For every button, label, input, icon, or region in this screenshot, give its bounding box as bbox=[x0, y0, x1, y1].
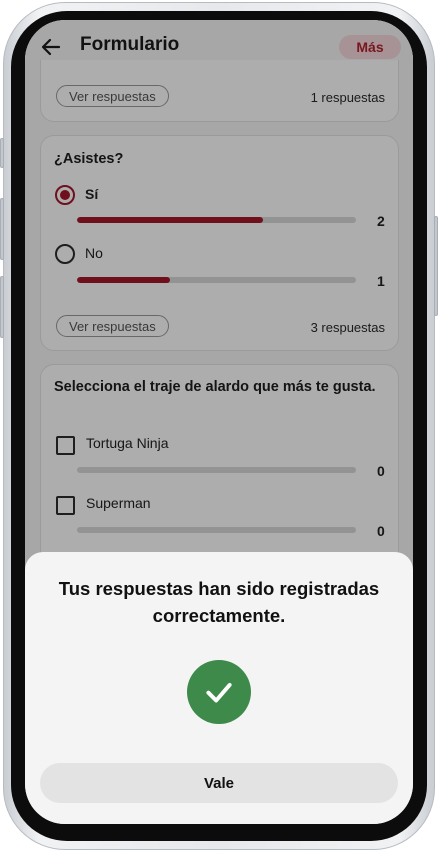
check-icon bbox=[206, 682, 232, 703]
confirm-button[interactable]: Vale bbox=[40, 763, 398, 803]
side-button-left-bottom bbox=[0, 276, 4, 338]
confirmation-message: Tus respuestas han sido registradas corr… bbox=[58, 578, 380, 626]
screen: Formulario Más Ver respuestas 1 respuest… bbox=[25, 20, 413, 824]
confirmation-sheet: Tus respuestas han sido registradas corr… bbox=[25, 552, 413, 824]
side-button-right bbox=[434, 216, 438, 316]
side-button-left-mid bbox=[0, 198, 4, 260]
side-button-left-top bbox=[0, 138, 4, 168]
success-badge bbox=[187, 660, 251, 724]
